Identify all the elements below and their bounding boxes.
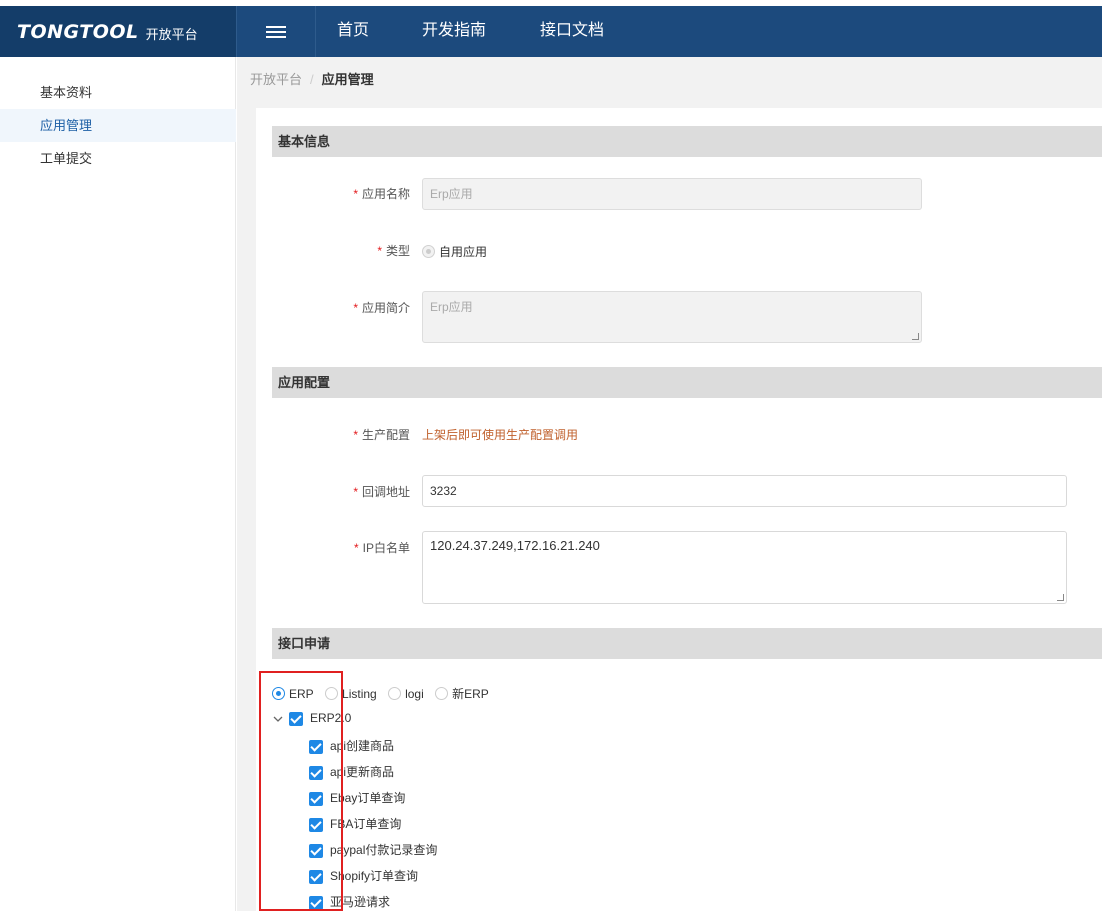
callback-url-input[interactable]: 3232 bbox=[422, 475, 1067, 507]
intro-textarea[interactable]: Erp应用 bbox=[422, 291, 922, 343]
breadcrumb-current: 应用管理 bbox=[321, 72, 374, 87]
brand-logo[interactable]: TONGTOOL 开放平台 bbox=[0, 6, 236, 57]
intro-label: * 应用简介 bbox=[353, 301, 410, 315]
radio-logi[interactable] bbox=[388, 687, 402, 700]
nav-home[interactable]: 首页 bbox=[337, 6, 369, 57]
nav-dev-guide[interactable]: 开发指南 bbox=[422, 6, 486, 57]
sidebar-item-ticket-submit[interactable]: 工单提交 bbox=[0, 142, 236, 175]
prod-config-label: * 生产配置 bbox=[353, 428, 410, 442]
radio-new-erp[interactable] bbox=[435, 687, 449, 700]
resize-handle-icon[interactable] bbox=[912, 333, 919, 340]
section-api-request-title: 接口申请 bbox=[272, 628, 1102, 659]
breadcrumb-separator: / bbox=[310, 72, 314, 87]
type-radio-self-use[interactable] bbox=[422, 245, 435, 258]
callback-label: * 回调地址 bbox=[353, 485, 410, 499]
type-radio-group: 自用应用 bbox=[422, 243, 495, 261]
sidebar-item-app-management[interactable]: 应用管理 bbox=[0, 109, 236, 142]
brand-subtitle: 开放平台 bbox=[145, 26, 198, 42]
type-label: * 类型 bbox=[377, 244, 410, 258]
sidebar: 基本资料 应用管理 工单提交 bbox=[0, 57, 236, 911]
main-content: 开放平台 / 应用管理 基本信息 * 应用名称 Erp应用 * 类型 自用应用 * 应用简… bbox=[237, 57, 1102, 911]
highlight-box bbox=[259, 671, 343, 911]
ip-whitelist-textarea[interactable]: 120.24.37.249,172.16.21.240 bbox=[422, 531, 1067, 604]
prod-config-note: 上架后即可使用生产配置调用 bbox=[422, 428, 579, 442]
resize-handle-icon[interactable] bbox=[1057, 594, 1064, 601]
app-name-input[interactable]: Erp应用 bbox=[422, 178, 922, 210]
hamburger-icon bbox=[266, 25, 286, 38]
breadcrumb-root[interactable]: 开放平台 bbox=[250, 72, 302, 87]
section-app-config-title: 应用配置 bbox=[272, 367, 1102, 398]
ip-whitelist-label: * IP白名单 bbox=[353, 541, 410, 555]
menu-toggle-button[interactable] bbox=[236, 6, 316, 57]
brand-name: TONGTOOL bbox=[17, 20, 139, 43]
form-panel: 基本信息 * 应用名称 Erp应用 * 类型 自用应用 * 应用简介 Erp应用 应用… bbox=[256, 108, 1102, 911]
sidebar-item-basic-info[interactable]: 基本资料 bbox=[0, 76, 236, 109]
top-navbar: TONGTOOL 开放平台 首页 开发指南 接口文档 bbox=[0, 6, 1102, 57]
nav-api-docs[interactable]: 接口文档 bbox=[540, 6, 604, 57]
section-basic-info-title: 基本信息 bbox=[272, 126, 1102, 157]
app-name-label: * 应用名称 bbox=[353, 187, 410, 201]
breadcrumb: 开放平台 / 应用管理 bbox=[250, 69, 374, 88]
